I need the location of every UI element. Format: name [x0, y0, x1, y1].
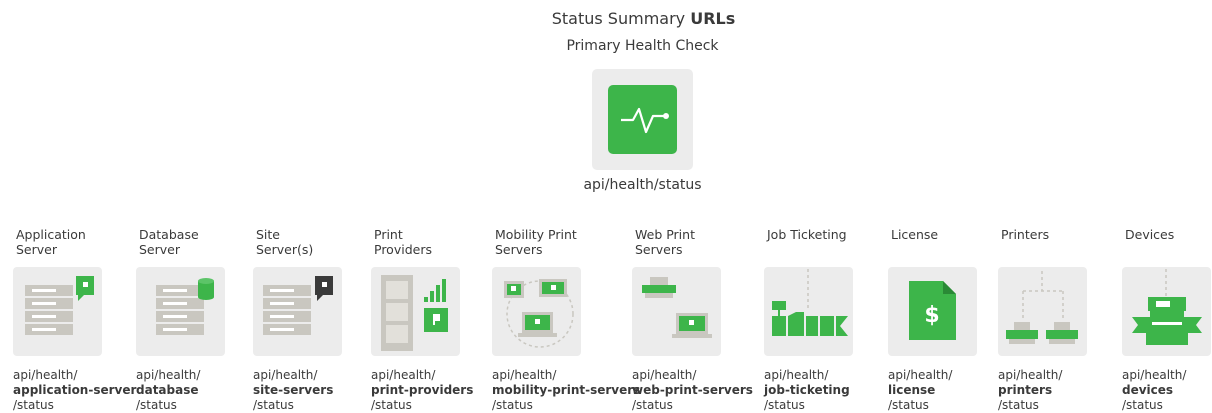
endpoint-label: Mobility Print Servers: [495, 227, 577, 257]
endpoint-tile[interactable]: $: [888, 267, 977, 356]
endpoint-url: api/health/ license /status: [888, 368, 953, 412]
endpoint-tile[interactable]: [492, 267, 581, 356]
endpoint-tile[interactable]: [253, 267, 342, 356]
endpoint-tile[interactable]: [136, 267, 225, 356]
endpoint-url: api/health/ application-server /status: [13, 368, 137, 412]
printers-icon: [1006, 271, 1078, 344]
endpoint-label: Web Print Servers: [635, 227, 695, 257]
endpoint-url: api/health/ mobility-print-servers /stat…: [492, 368, 641, 412]
endpoint-url: api/health/ print-providers /status: [371, 368, 474, 412]
endpoint-url: api/health/ database /status: [136, 368, 201, 412]
mobility-print-icon: [504, 279, 574, 348]
endpoint-tile[interactable]: [371, 267, 460, 356]
endpoint-url: api/health/ job-ticketing /status: [764, 368, 850, 412]
web-print-icon: [642, 277, 712, 338]
devices-icon: [1132, 269, 1202, 345]
primary-health-url: api/health/status: [583, 177, 702, 193]
endpoint-url: api/health/ printers /status: [998, 368, 1063, 412]
svg-text:$: $: [924, 303, 939, 328]
app-server-icon: [25, 276, 94, 335]
endpoint-label: Devices: [1125, 227, 1175, 242]
title-prefix: Status Summary: [551, 9, 686, 28]
endpoint-url: api/health/ web-print-servers /status: [632, 368, 753, 412]
page-title: Status Summary URLs: [0, 9, 1212, 28]
endpoint-tile[interactable]: [1122, 267, 1211, 356]
site-server-icon: [263, 276, 333, 335]
database-server-icon: [156, 278, 214, 335]
page-subtitle: Primary Health Check: [566, 38, 719, 54]
license-icon: $: [909, 281, 956, 340]
endpoint-url: api/health/ devices /status: [1122, 368, 1187, 412]
job-ticketing-icon: [772, 269, 848, 336]
title-bold: URLs: [690, 9, 736, 28]
endpoint-tile[interactable]: [13, 267, 102, 356]
endpoint-tile[interactable]: [632, 267, 721, 356]
endpoint-tile[interactable]: [764, 267, 853, 356]
endpoint-tile[interactable]: [998, 267, 1087, 356]
endpoint-url: api/health/ site-servers /status: [253, 368, 334, 412]
heartbeat-icon: [608, 85, 677, 154]
print-provider-icon: [381, 275, 448, 351]
primary-health-check-tile[interactable]: [592, 69, 693, 170]
